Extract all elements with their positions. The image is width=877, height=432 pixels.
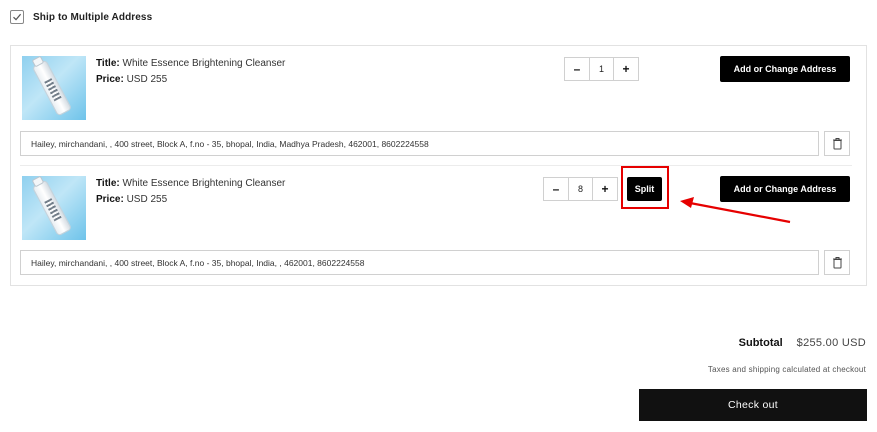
item-title: White Essence Brightening Cleanser	[122, 58, 286, 69]
decrease-quantity-button[interactable]: –	[544, 178, 568, 200]
bottle-graphic	[31, 56, 73, 117]
quantity-stepper: – 8 +	[543, 177, 618, 201]
item-info: Title: White Essence Brightening Cleanse…	[96, 177, 285, 206]
add-change-address-button[interactable]: Add or Change Address	[720, 56, 850, 82]
decrease-quantity-button[interactable]: –	[565, 58, 589, 80]
product-image[interactable]	[22, 176, 86, 240]
item-price: USD 255	[126, 74, 168, 85]
annotation-arrow-icon	[680, 197, 791, 224]
ship-multiple-checkbox[interactable]	[10, 10, 24, 24]
title-label: Title:	[96, 178, 120, 189]
checkout-button[interactable]: Check out	[639, 389, 867, 421]
remove-address-button[interactable]	[824, 250, 850, 275]
item-price: USD 255	[126, 194, 168, 205]
ship-multiple-toggle[interactable]: Ship to Multiple Address	[10, 10, 152, 24]
price-label: Price:	[96, 74, 124, 85]
item-title: White Essence Brightening Cleanser	[122, 178, 286, 189]
trash-icon	[832, 257, 842, 269]
quantity-stepper: – 1 +	[564, 57, 639, 81]
bottle-graphic	[31, 176, 73, 237]
checkmark-icon	[13, 13, 22, 21]
address-field[interactable]: Hailey, mirchandani, , 400 street, Block…	[20, 131, 819, 156]
subtotal-value: $255.00 USD	[796, 337, 866, 349]
item-info: Title: White Essence Brightening Cleanse…	[96, 57, 285, 86]
title-label: Title:	[96, 58, 120, 69]
taxes-note: Taxes and shipping calculated at checkou…	[707, 365, 866, 374]
remove-address-button[interactable]	[824, 131, 850, 156]
increase-quantity-button[interactable]: +	[614, 58, 638, 80]
price-label: Price:	[96, 194, 124, 205]
product-image[interactable]	[22, 56, 86, 120]
item-divider	[20, 165, 852, 166]
ship-multiple-label: Ship to Multiple Address	[33, 11, 153, 23]
trash-icon	[832, 138, 842, 150]
increase-quantity-button[interactable]: +	[593, 178, 617, 200]
split-highlight-box	[621, 166, 669, 209]
address-field[interactable]: Hailey, mirchandani, , 400 street, Block…	[20, 250, 819, 275]
subtotal: Subtotal $255.00 USD	[739, 337, 866, 349]
quantity-input[interactable]: 1	[589, 58, 614, 80]
quantity-input[interactable]: 8	[568, 178, 593, 200]
subtotal-label: Subtotal	[738, 337, 783, 349]
